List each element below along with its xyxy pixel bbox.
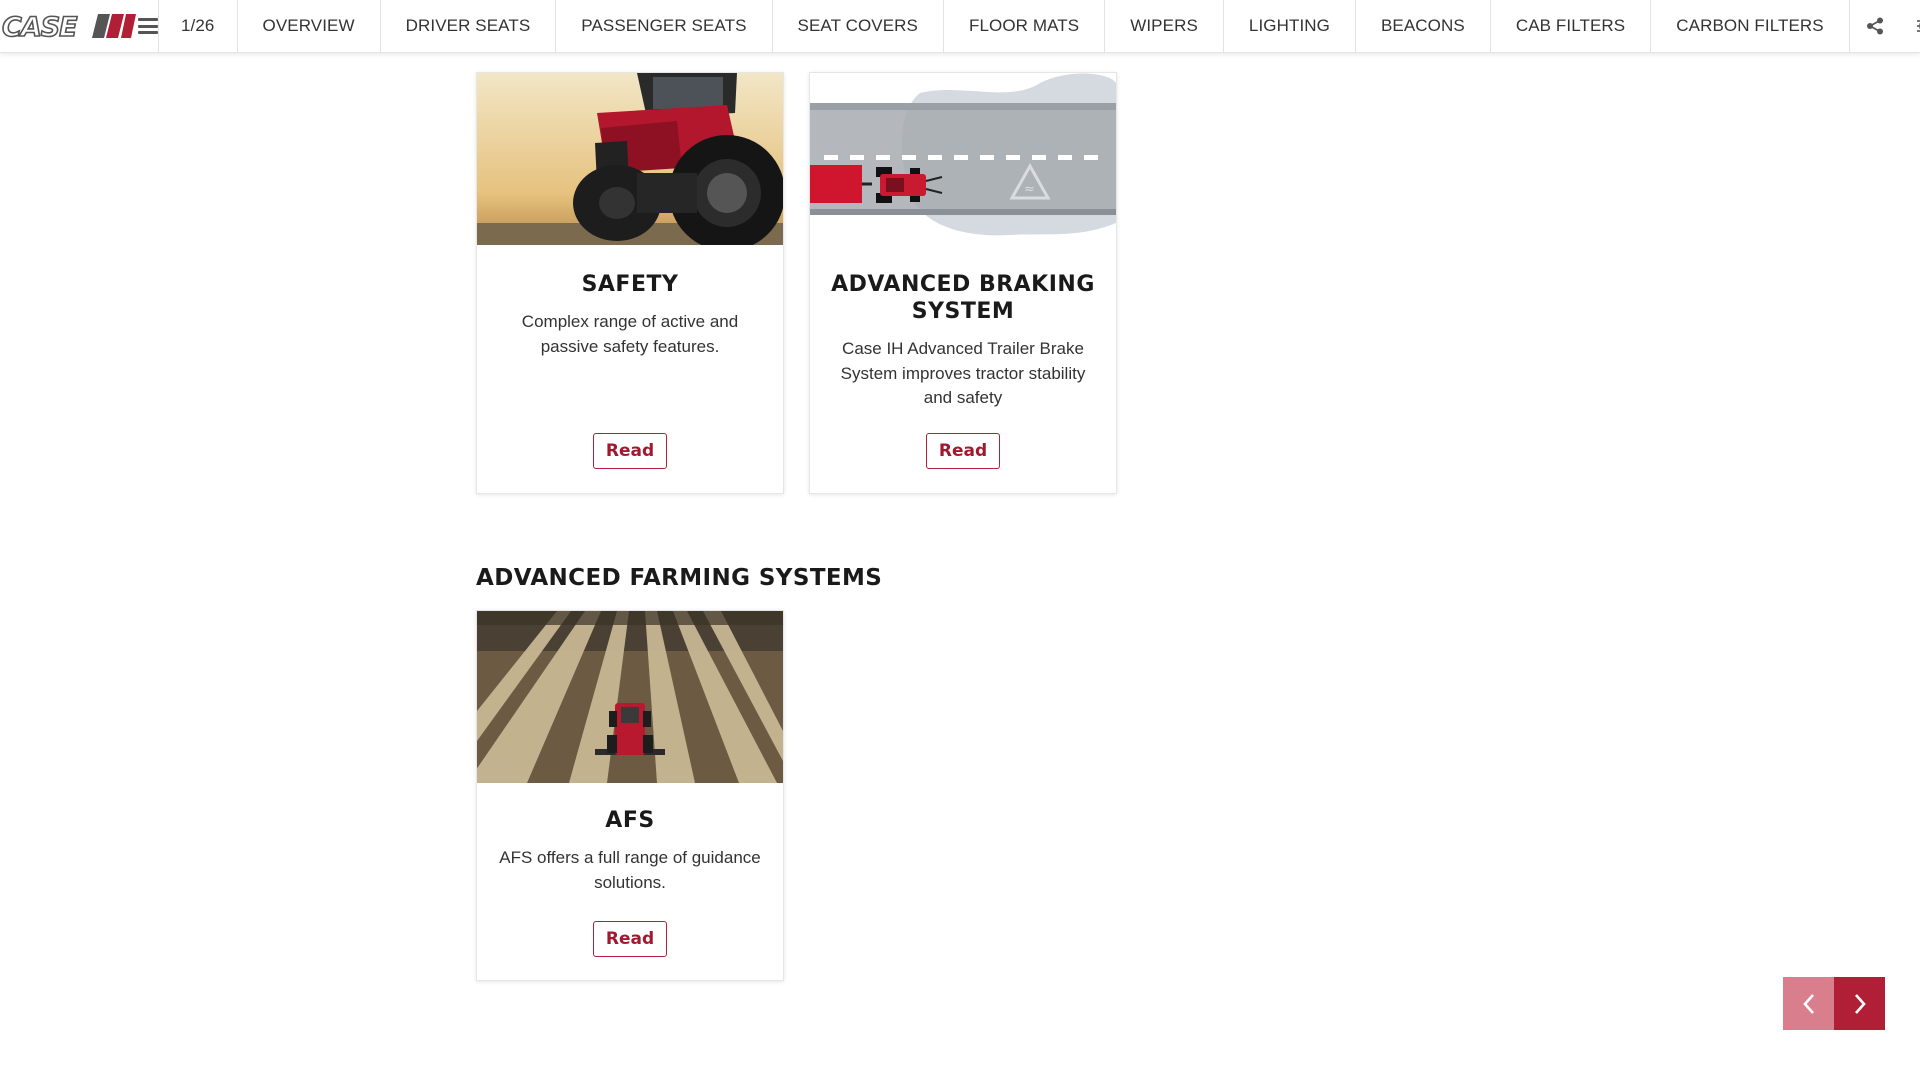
card-title: ADVANCED BRAKING SYSTEM — [831, 272, 1095, 324]
card-title: SAFETY — [581, 272, 679, 297]
toolbar-icons — [1850, 0, 1920, 52]
card-description: Complex range of active and passive safe… — [521, 312, 739, 356]
nav-item-seat-covers[interactable]: SEAT COVERS — [771, 0, 943, 52]
sliders-icon — [1916, 20, 1920, 32]
nav-item-floor-mats[interactable]: FLOOR MATS — [942, 0, 1104, 52]
read-button-afs[interactable]: Read — [593, 921, 667, 957]
top-nav-bar: CASE 1/26 OVERVIEW DRIVER SEATS PASSENGE… — [0, 0, 1920, 53]
card-description: AFS offers a full range of guidance solu… — [499, 848, 761, 892]
card-safety: SAFETY Complex range of active and passi… — [476, 72, 784, 494]
chevron-left-icon — [1802, 993, 1814, 1014]
nav-item-driver-seats[interactable]: DRIVER SEATS — [379, 0, 556, 52]
field-aerial-photo — [477, 611, 783, 783]
nav-item-passenger-seats[interactable]: PASSENGER SEATS — [555, 0, 771, 52]
card-title: AFS — [605, 808, 655, 833]
share-button[interactable] — [1850, 0, 1900, 53]
card-advanced-braking: ≈ ADVANCED BRAKING SYSTEM Case IH Advanc… — [809, 72, 1117, 494]
read-button-safety[interactable]: Read — [593, 433, 667, 469]
nav-item-wipers[interactable]: WIPERS — [1104, 0, 1223, 52]
hamburger-menu-button[interactable] — [138, 0, 158, 52]
share-icon — [1866, 17, 1883, 35]
braking-road-illustration: ≈ — [810, 73, 1116, 245]
slide-pager — [1783, 977, 1885, 1030]
page-counter: 1/26 — [158, 0, 237, 52]
card-afs: AFS AFS offers a full range of guidance … — [476, 610, 784, 981]
svg-text:≈: ≈ — [1024, 182, 1035, 197]
nav-item-cab-filters[interactable]: CAB FILTERS — [1489, 0, 1650, 52]
case-ih-logo[interactable]: CASE — [0, 0, 138, 52]
nav-item-overview[interactable]: OVERVIEW — [236, 0, 380, 52]
svg-text:CASE: CASE — [2, 12, 78, 42]
card-description: Case IH Advanced Trailer Brake System im… — [840, 339, 1086, 407]
nav-item-lighting[interactable]: LIGHTING — [1222, 0, 1355, 52]
previous-button[interactable] — [1783, 977, 1834, 1030]
read-button-advanced-braking[interactable]: Read — [926, 433, 1000, 469]
settings-sliders-button[interactable] — [1900, 0, 1920, 53]
section-title: ADVANCED FARMING SYSTEMS — [476, 565, 883, 591]
chevron-right-icon — [1854, 993, 1866, 1014]
tractor-front-photo — [477, 73, 783, 245]
nav-item-carbon-filters[interactable]: CARBON FILTERS — [1650, 0, 1850, 52]
hamburger-icon — [138, 18, 158, 34]
next-button[interactable] — [1834, 977, 1885, 1030]
nav-item-beacons[interactable]: BEACONS — [1354, 0, 1490, 52]
